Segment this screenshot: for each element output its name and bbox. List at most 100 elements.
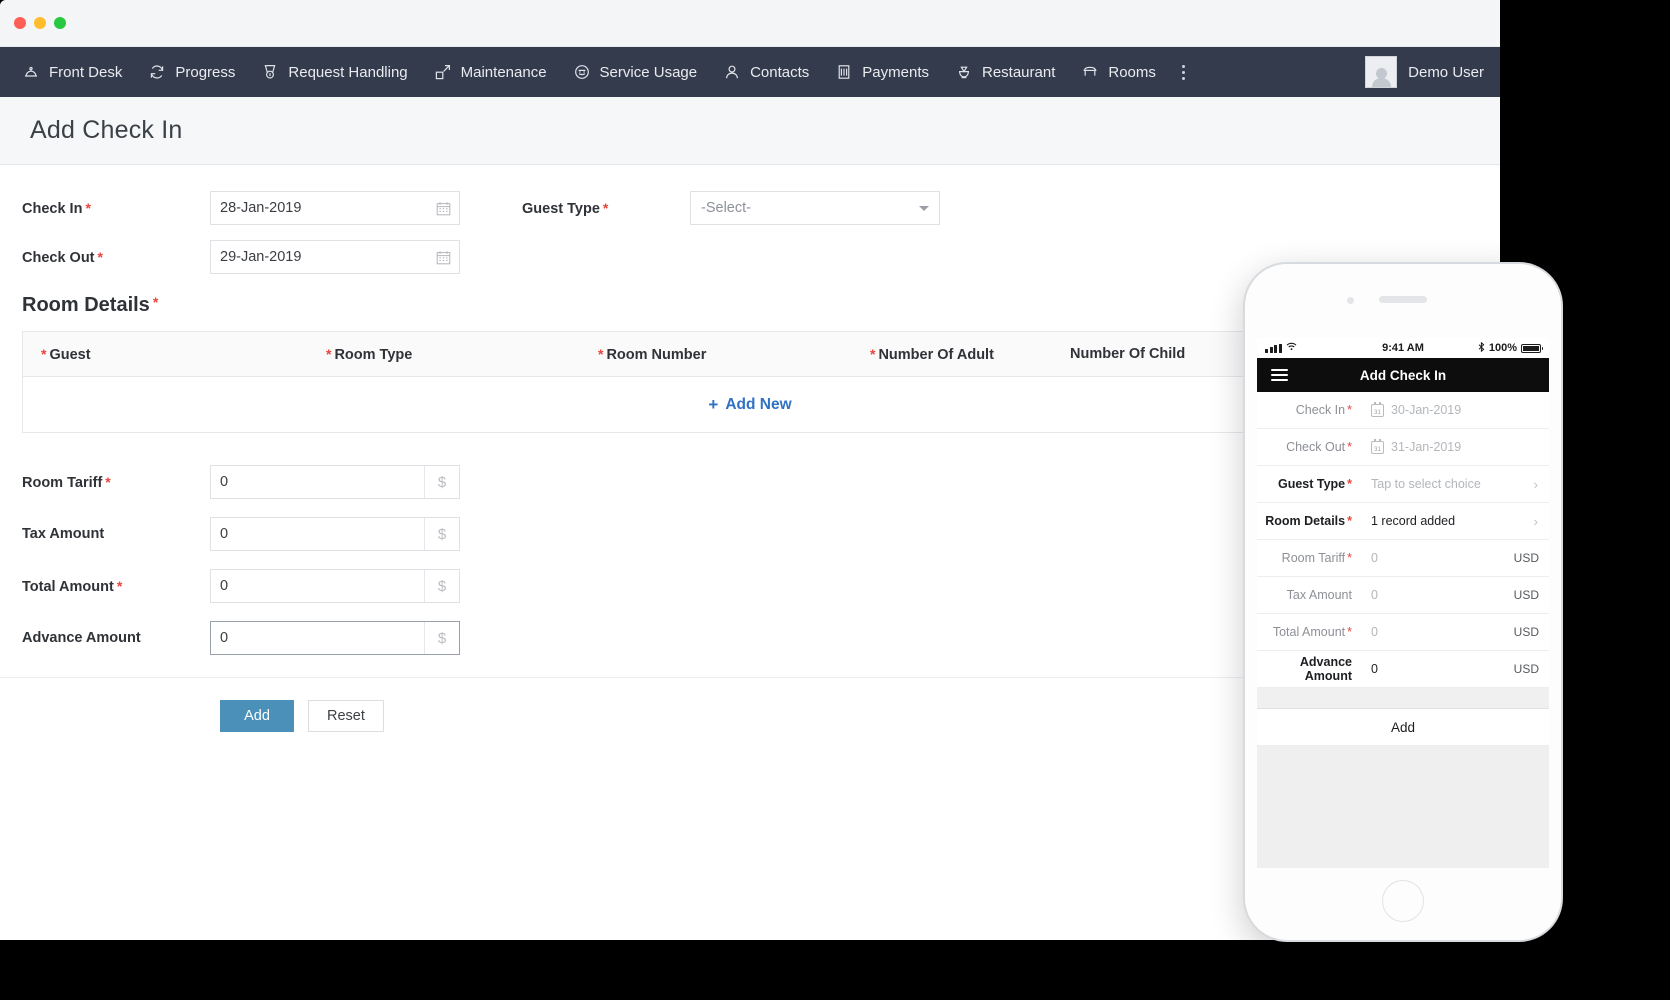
total-amount-input[interactable] [211,570,424,602]
phone-value: 1 record added [1371,514,1456,528]
bill-icon [835,63,853,81]
nav-item-service-usage[interactable]: Service Usage [573,63,698,81]
total-amount-input-wrap[interactable]: $ [210,569,460,603]
phone-home-button[interactable] [1382,880,1424,922]
required-marker: * [1347,625,1352,639]
column-header-number-of-child: Number Of Child [1070,346,1186,362]
add-new-room-button[interactable]: + Add New [708,395,791,415]
nav-item-request-handling[interactable]: Request Handling [261,63,408,81]
phone-row-tax-amount[interactable]: Tax Amount 0 USD [1257,577,1549,614]
earpiece-speaker [1379,296,1427,303]
phone-row-check-out[interactable]: Check Out * 31 31-Jan-2019 [1257,429,1549,466]
screenshot-stage: Front Desk Progress Request Handling Mai… [0,0,1670,1000]
phone-label: Total Amount * [1272,625,1352,639]
add-button[interactable]: Add [220,700,294,732]
maximize-window-button[interactable] [54,17,66,29]
phone-label: Check In * [1295,403,1352,417]
nav-item-rooms[interactable]: Rooms [1081,63,1156,81]
phone-value: 0 [1371,625,1378,639]
front-camera-icon [1347,297,1354,304]
user-menu[interactable]: Demo User [1365,47,1484,97]
required-marker: * [598,345,604,362]
room-tariff-input[interactable] [211,466,424,498]
column-header-guest: * Guest [41,345,91,363]
check-in-label: Check In * [22,199,91,217]
phone-page-title: Add Check In [1359,367,1447,383]
check-in-input[interactable] [211,192,427,224]
advance-amount-input[interactable] [211,622,424,654]
bluetooth-icon [1478,341,1485,355]
nav-label: Payments [862,63,929,81]
kebab-menu-icon[interactable] [1181,64,1185,80]
hamburger-icon[interactable] [1271,368,1288,382]
check-out-input-wrap[interactable] [210,240,460,274]
required-marker: * [41,345,47,362]
guest-type-select[interactable]: -Select- [690,191,940,225]
phone-label: Room Tariff * [1281,551,1352,565]
phone-value-wrap: 1 record added [1361,514,1534,528]
currency-symbol: $ [424,466,459,498]
column-header-number-of-adult: * Number Of Adult [870,345,994,363]
required-marker: * [1347,440,1352,454]
status-right: 100% [1471,341,1543,355]
phone-row-room-tariff[interactable]: Room Tariff * 0 USD [1257,540,1549,577]
user-name: Demo User [1408,63,1484,81]
close-window-button[interactable] [14,17,26,29]
user-avatar-icon [1365,56,1398,88]
phone-value-wrap: 0 [1361,625,1514,639]
calendar-icon: 31 [1371,439,1384,454]
check-in-input-wrap[interactable] [210,191,460,225]
check-out-input[interactable] [211,241,427,273]
advance-amount-label: Advance Amount [22,630,141,646]
room-tariff-input-wrap[interactable]: $ [210,465,460,499]
phone-row-room-details[interactable]: Room Details * 1 record added › [1257,503,1549,540]
phone-value: Tap to select choice [1371,477,1481,491]
phone-row-advance-amount[interactable]: Advance Amount 0 USD [1257,651,1549,688]
room-tariff-label: Room Tariff * [22,473,111,491]
calendar-icon[interactable] [427,192,459,224]
plus-icon: + [708,394,719,414]
calendar-icon: 31 [1371,402,1384,417]
guest-type-value: -Select- [701,200,751,216]
advance-amount-input-wrap[interactable]: $ [210,621,460,655]
phone-row-check-in[interactable]: Check In * 31 30-Jan-2019 [1257,392,1549,429]
nav-item-restaurant[interactable]: Restaurant [955,63,1055,81]
nav-item-front-desk[interactable]: Front Desk [22,63,122,81]
tax-amount-label: Tax Amount [22,526,105,542]
phone-row-guest-type[interactable]: Guest Type * Tap to select choice › [1257,466,1549,503]
nav-item-contacts[interactable]: Contacts [723,63,809,81]
phone-label: Tax Amount [1286,588,1352,602]
tax-amount-input[interactable] [211,518,424,550]
phone-value-wrap: 0 [1361,662,1514,676]
person-icon [723,63,741,81]
status-time: 9:41 AM [1382,342,1424,354]
wifi-icon [1286,342,1297,354]
minimize-window-button[interactable] [34,17,46,29]
battery-percent: 100% [1488,342,1517,354]
page-header: Add Check In [0,97,1500,165]
add-new-label: Add New [725,395,792,413]
form-row-check-in: Check In* Gu [0,191,1500,225]
phone-label: Guest Type * [1277,477,1352,491]
column-header-room-number: * Room Number [598,345,707,363]
phone-label: Room Details * [1265,514,1352,528]
required-marker: * [97,248,103,265]
phone-value-wrap: 0 [1361,588,1514,602]
tax-amount-input-wrap[interactable]: $ [210,517,460,551]
nav-label: Contacts [750,63,810,81]
calendar-icon[interactable] [427,241,459,273]
phone-value: 31-Jan-2019 [1391,440,1462,454]
nav-label: Service Usage [599,63,698,81]
phone-section-gap [1257,688,1549,709]
required-marker: * [326,345,332,362]
nav-item-maintenance[interactable]: Maintenance [434,63,547,81]
bed-icon [1081,63,1099,81]
phone-row-total-amount[interactable]: Total Amount * 0 USD [1257,614,1549,651]
battery-icon [1521,343,1543,353]
phone-add-button[interactable]: Add [1257,709,1549,746]
reset-button[interactable]: Reset [308,700,384,732]
nav-item-payments[interactable]: Payments [835,63,929,81]
nav-item-progress[interactable]: Progress [148,63,235,81]
total-amount-label: Total Amount * [22,577,123,595]
phone-label: Check Out * [1286,440,1352,454]
